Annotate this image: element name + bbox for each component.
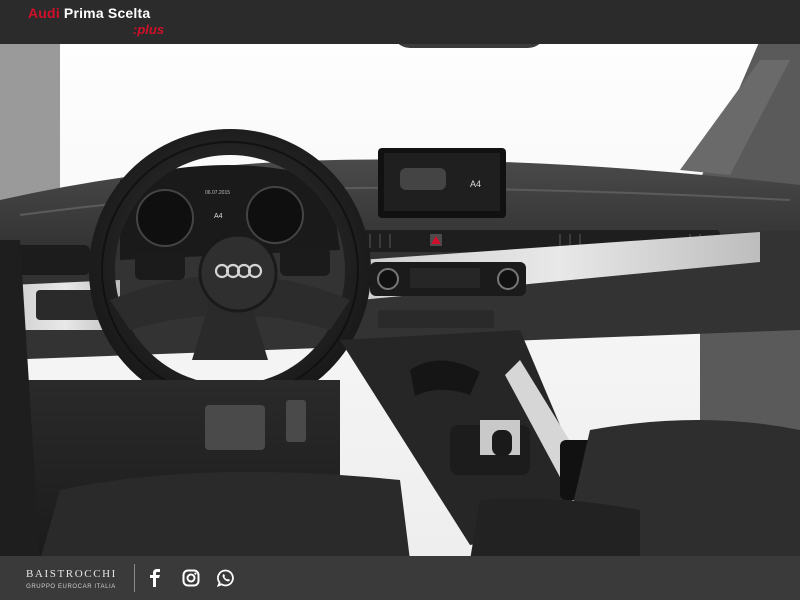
whatsapp-icon[interactable] <box>216 568 236 588</box>
brand-logo[interactable]: Audi Prima Scelta <box>28 5 150 21</box>
car-interior-image: A4 06.07.2015 A4 <box>0 0 800 560</box>
dealer-subtitle: GRUPPO EUROCAR ITALIA <box>26 584 116 590</box>
car-interior-viewer: A4 06.07.2015 A4 Audi Prima Scelta:plus… <box>0 0 800 600</box>
instagram-icon[interactable] <box>181 568 201 588</box>
facebook-icon[interactable] <box>145 568 165 588</box>
cluster-model-label: A4 <box>214 213 223 220</box>
dealer-logo: BAISTROCCHI <box>26 568 117 580</box>
brand-prima-scelta: Prima Scelta <box>63 5 151 21</box>
cluster-date: 06.07.2015 <box>205 190 230 196</box>
top-brand-bar: Audi Prima Scelta :plus <box>0 0 800 44</box>
brand-audi: Audi <box>28 5 60 21</box>
footer-divider <box>134 564 135 592</box>
display-model-label: A4 <box>470 179 481 189</box>
footer-bar: BAISTROCCHI GRUPPO EUROCAR ITALIA <box>0 556 800 600</box>
brand-plus: :plus <box>133 22 165 37</box>
